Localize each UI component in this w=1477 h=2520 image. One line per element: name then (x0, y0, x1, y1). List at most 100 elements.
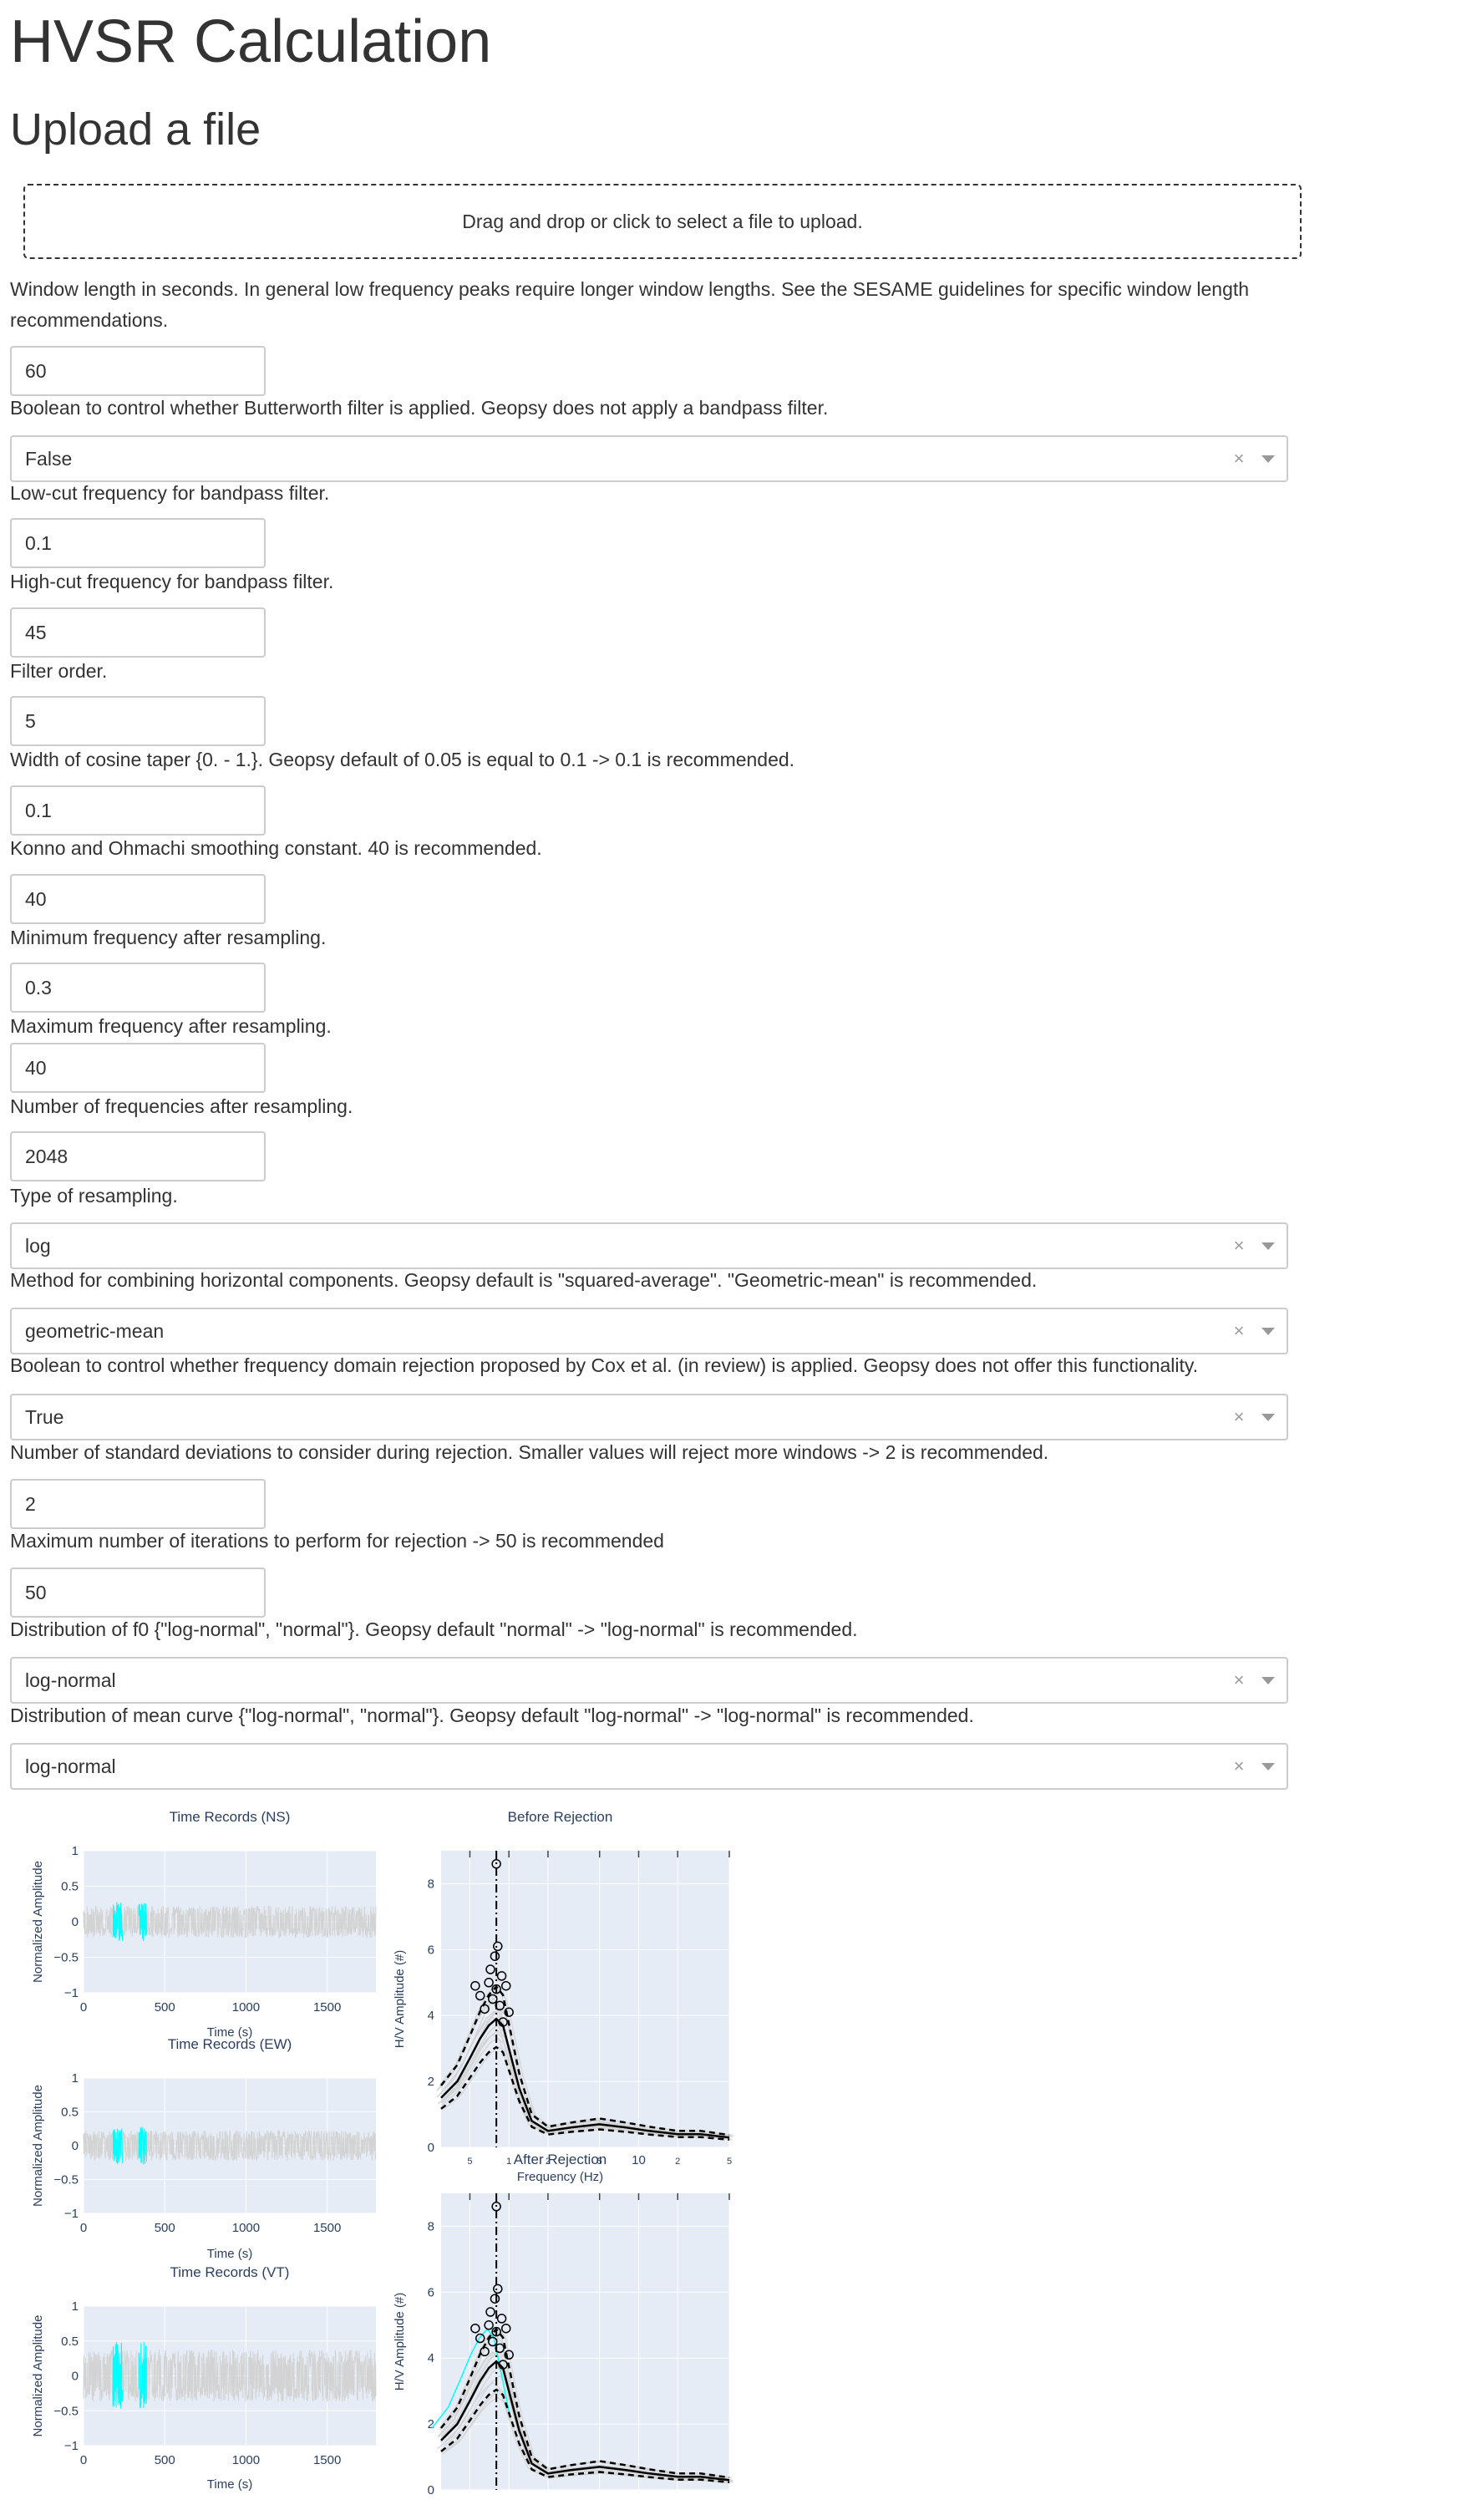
param-label: Type of resampling. (10, 1185, 178, 1207)
y-tick-label: −0.5 (53, 2404, 79, 2418)
clear-icon[interactable]: × (1228, 1669, 1250, 1691)
y-axis-label: H/V Amplitude (#) (393, 1950, 407, 2049)
param-label: Distribution of f0 {"log-normal", "norma… (10, 1618, 858, 1640)
clear-icon[interactable]: × (1228, 448, 1250, 470)
chart-title: After Rejection (514, 2152, 607, 2167)
param-input[interactable] (10, 963, 266, 1013)
param-dropdown[interactable]: False × (10, 435, 1288, 482)
param-label: Number of standard deviations to conside… (10, 1441, 1049, 1463)
page-title: HVSR Calculation (10, 8, 492, 75)
param-input[interactable] (10, 1479, 266, 1529)
param-dropdown[interactable]: log × (10, 1222, 1288, 1269)
y-tick-label: −0.5 (53, 2173, 79, 2187)
chevron-down-icon[interactable] (1250, 1224, 1287, 1268)
x-tick-label: 1500 (313, 2000, 341, 2014)
y-tick-label: 0.5 (61, 2106, 79, 2120)
param-label: Minimum frequency after resampling. (10, 927, 327, 948)
param-label: Window length in seconds. In general low… (10, 278, 1250, 331)
param-label: Maximum frequency after resampling. (10, 1015, 332, 1037)
x-tick-label: 1 (506, 2157, 511, 2167)
dropdown-selected-value: geometric-mean (25, 1319, 165, 1342)
y-tick-label: 1 (72, 2299, 79, 2314)
chevron-down-icon[interactable] (1250, 1395, 1287, 1439)
x-axis-label: Time (s) (207, 2247, 252, 2261)
chevron-down-icon[interactable] (1250, 437, 1287, 480)
x-tick-label: 5 (727, 2157, 732, 2167)
x-tick-label: 0 (80, 2000, 87, 2014)
upload-instructions: Drag and drop or click to select a file … (462, 210, 863, 232)
x-tick-label: 500 (155, 2221, 175, 2235)
y-tick-label: 0 (72, 2139, 79, 2153)
dropdown-selected-value: log-normal (25, 1669, 116, 1691)
y-tick-label: 0.5 (61, 2335, 79, 2349)
y-tick-label: 0 (72, 1915, 79, 1929)
param-input[interactable] (10, 346, 266, 396)
x-tick-label: 10 (632, 2153, 646, 2167)
x-tick-label: 1000 (232, 2453, 260, 2467)
y-tick-label: 0 (428, 2141, 434, 2155)
param-label: Number of frequencies after resampling. (10, 1095, 353, 1117)
chevron-down-icon[interactable] (1250, 1659, 1287, 1702)
y-tick-label: −0.5 (53, 1951, 79, 1965)
x-axis-label: Frequency (Hz) (517, 2170, 603, 2184)
dropdown-selected-value: True (25, 1405, 64, 1428)
y-tick-label: 0.5 (61, 1880, 79, 1894)
x-axis-label: Time (s) (207, 2477, 252, 2492)
x-tick-label: 0 (80, 2221, 87, 2235)
x-tick-label: 1000 (232, 2000, 260, 2014)
param-dropdown[interactable]: True × (10, 1394, 1288, 1440)
param-dropdown[interactable]: log-normal × (10, 1743, 1288, 1790)
y-tick-label: 6 (428, 1943, 434, 1957)
file-upload-dropzone[interactable]: Drag and drop or click to select a file … (23, 184, 1302, 259)
chevron-down-icon[interactable] (1250, 1309, 1287, 1353)
param-label: Width of cosine taper {0. - 1.}. Geopsy … (10, 749, 795, 770)
param-label: Konno and Ohmachi smoothing constant. 40… (10, 837, 542, 859)
x-tick-label: 1000 (232, 2221, 260, 2235)
y-tick-label: 8 (428, 1877, 434, 1891)
x-tick-label: 500 (155, 2000, 175, 2014)
param-input[interactable] (10, 874, 266, 924)
param-input[interactable] (10, 518, 266, 568)
y-tick-label: 6 (428, 2285, 434, 2299)
x-tick-label: 1500 (313, 2453, 341, 2467)
param-label: Boolean to control whether Butterworth f… (10, 397, 829, 419)
chart-title: Time Records (EW) (168, 2036, 292, 2052)
clear-icon[interactable]: × (1228, 1320, 1250, 1342)
y-tick-label: 1 (72, 2071, 79, 2086)
x-tick-label: 2 (675, 2157, 680, 2167)
x-tick-label: 0 (80, 2453, 87, 2467)
upload-heading: Upload a file (10, 104, 261, 155)
x-tick-label: 500 (155, 2453, 175, 2467)
chevron-down-icon[interactable] (1250, 1745, 1287, 1788)
clear-icon[interactable]: × (1228, 1755, 1250, 1777)
param-input[interactable] (10, 1131, 266, 1181)
param-input[interactable] (10, 1043, 266, 1093)
param-input[interactable] (10, 607, 266, 658)
clear-icon[interactable]: × (1228, 1235, 1250, 1257)
y-tick-label: −1 (64, 2207, 79, 2221)
param-input[interactable] (10, 785, 266, 836)
x-tick-label: 10 (632, 2496, 646, 2498)
dropdown-selected-value: False (25, 447, 73, 470)
y-tick-label: 4 (428, 2351, 434, 2365)
y-tick-label: 8 (428, 2219, 434, 2233)
param-label: Method for combining horizontal componen… (10, 1269, 1038, 1291)
x-tick-label: 1500 (313, 2221, 341, 2235)
chart-title: Time Records (NS) (170, 1809, 291, 1825)
y-tick-label: 2 (428, 2075, 434, 2089)
param-label: High-cut frequency for bandpass filter. (10, 571, 334, 592)
chart-title: Before Rejection (508, 1809, 613, 1825)
chart-title: Time Records (VT) (170, 2264, 290, 2280)
clear-icon[interactable]: × (1228, 1406, 1250, 1428)
y-axis-label: H/V Amplitude (#) (393, 2293, 407, 2391)
param-input[interactable] (10, 696, 266, 746)
param-label: Boolean to control whether frequency dom… (10, 1354, 1199, 1376)
param-input[interactable] (10, 1567, 266, 1618)
param-dropdown[interactable]: log-normal × (10, 1657, 1288, 1704)
dropdown-selected-value: log-normal (25, 1755, 116, 1777)
param-label: Filter order. (10, 660, 108, 682)
param-dropdown[interactable]: geometric-mean × (10, 1308, 1288, 1354)
y-tick-label: 0 (428, 2483, 434, 2497)
y-tick-label: −1 (64, 2439, 79, 2453)
results-figure: Time Records (NS)0 500 1000 150010.50−0.5−1… (31, 1809, 733, 2498)
